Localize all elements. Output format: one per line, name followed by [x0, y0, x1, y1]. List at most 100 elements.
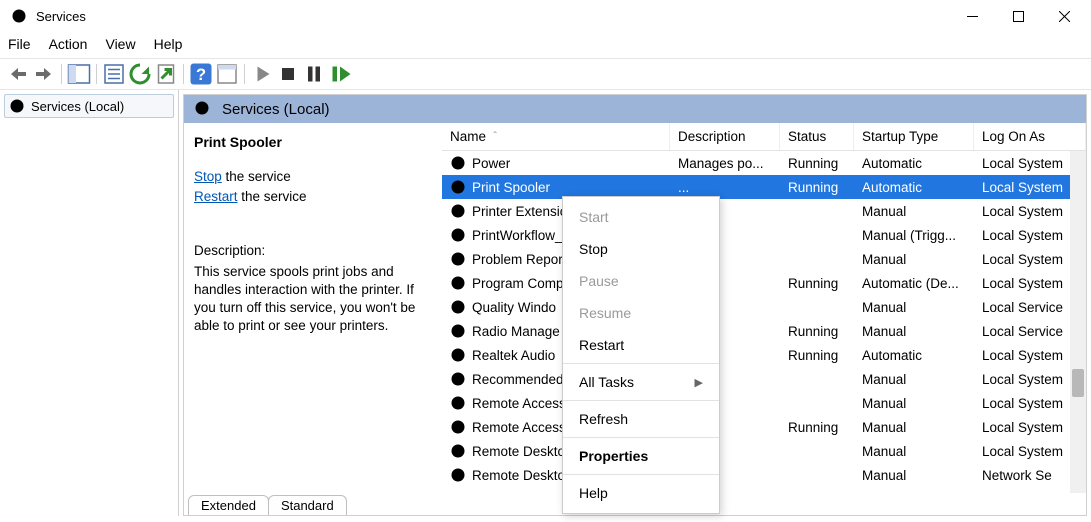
service-row[interactable]: Printer Extensio...ManualLocal System [442, 199, 1086, 223]
service-row[interactable]: PrintWorkflow_...Manual (Trigg...Local S… [442, 223, 1086, 247]
cell-startup: Manual [854, 252, 974, 267]
menu-file[interactable]: File [8, 36, 31, 52]
cell-startup: Manual [854, 444, 974, 459]
export-list-button[interactable] [102, 62, 126, 86]
service-row[interactable]: Recommended...ManualLocal System [442, 367, 1086, 391]
menubar: File Action View Help [0, 32, 1091, 58]
service-row[interactable]: Problem ReporManualLocal System [442, 247, 1086, 271]
cell-name: Problem Repor [472, 252, 563, 267]
start-service-button[interactable] [250, 62, 274, 86]
back-button[interactable] [6, 62, 30, 86]
gear-icon [450, 371, 466, 387]
restart-service-button[interactable] [328, 62, 352, 86]
gear-icon [194, 100, 212, 118]
cell-name: Remote Access [472, 396, 566, 411]
close-button[interactable] [1041, 2, 1087, 30]
cell-startup: Manual (Trigg... [854, 228, 974, 243]
gear-icon [450, 251, 466, 267]
service-row[interactable]: Remote Access...ManualLocal System [442, 391, 1086, 415]
service-row[interactable]: Remote Deskto...ManualLocal System [442, 439, 1086, 463]
forward-button[interactable] [32, 62, 56, 86]
cell-startup: Manual [854, 396, 974, 411]
service-row[interactable]: Realtek Audio...RunningAutomaticLocal Sy… [442, 343, 1086, 367]
cell-startup: Automatic (De... [854, 276, 974, 291]
service-row[interactable]: Radio Manage...RunningManualLocal Servic… [442, 319, 1086, 343]
tab-standard[interactable]: Standard [268, 495, 347, 515]
col-logon[interactable]: Log On As [974, 123, 1086, 150]
col-name[interactable]: Name ˆ [442, 123, 670, 150]
gear-icon [450, 395, 466, 411]
export-button[interactable] [154, 62, 178, 86]
tree-item-label: Services (Local) [31, 99, 124, 114]
cell-name: Remote Deskto [472, 444, 565, 459]
refresh-button[interactable] [128, 62, 152, 86]
menu-help[interactable]: Help [154, 36, 183, 52]
tree-panel: Services (Local) [0, 90, 179, 516]
stop-service-button[interactable] [276, 62, 300, 86]
cell-startup: Manual [854, 372, 974, 387]
col-startup[interactable]: Startup Type [854, 123, 974, 150]
col-description[interactable]: Description [670, 123, 780, 150]
content-header: Services (Local) [184, 95, 1086, 123]
chevron-right-icon: ▶ [695, 376, 703, 389]
ctx-properties[interactable]: Properties [563, 440, 719, 472]
minimize-button[interactable] [949, 2, 995, 30]
stop-link[interactable]: Stop [194, 169, 222, 184]
tab-extended[interactable]: Extended [188, 495, 269, 515]
service-row[interactable]: Remote DesktoManualNetwork Se [442, 463, 1086, 487]
menu-action[interactable]: Action [49, 36, 88, 52]
service-row[interactable]: Quality WindoManualLocal Service [442, 295, 1086, 319]
help-button[interactable]: ? [189, 62, 213, 86]
cell-status: Running [780, 276, 854, 291]
show-hide-tree-button[interactable] [67, 62, 91, 86]
cell-status: Running [780, 324, 854, 339]
cell-startup: Manual [854, 300, 974, 315]
cell-startup: Automatic [854, 348, 974, 363]
content-title: Services (Local) [222, 101, 330, 118]
ctx-help[interactable]: Help [563, 477, 719, 509]
pause-service-button[interactable] [302, 62, 326, 86]
gear-icon [9, 98, 25, 114]
cell-status: Running [780, 180, 854, 195]
service-row[interactable]: Remote Access...RunningManualLocal Syste… [442, 415, 1086, 439]
service-row[interactable]: PowerManages po...RunningAutomaticLocal … [442, 151, 1086, 175]
cell-status: Running [780, 156, 854, 171]
maximize-button[interactable] [995, 2, 1041, 30]
gear-icon [450, 299, 466, 315]
description-label: Description: [194, 242, 432, 260]
service-info-panel: Print Spooler Stop the service Restart t… [184, 123, 442, 493]
cell-name: Realtek Audio [472, 348, 555, 363]
ctx-stop[interactable]: Stop [563, 233, 719, 265]
tree-item-services-local[interactable]: Services (Local) [4, 94, 174, 118]
col-status[interactable]: Status [780, 123, 854, 150]
service-row[interactable]: Program Comp...RunningAutomatic (De...Lo… [442, 271, 1086, 295]
cell-name: Remote Access [472, 420, 566, 435]
window-title: Services [36, 9, 86, 24]
scrollbar-thumb[interactable] [1072, 369, 1084, 397]
properties-toolbar-button[interactable] [215, 62, 239, 86]
menu-view[interactable]: View [105, 36, 135, 52]
vertical-scrollbar[interactable] [1070, 151, 1086, 493]
cell-desc: ... [670, 180, 780, 195]
restart-suffix: the service [238, 189, 307, 204]
service-row[interactable]: Print Spooler...RunningAutomaticLocal Sy… [442, 175, 1086, 199]
ctx-all-tasks[interactable]: All Tasks▶ [563, 366, 719, 398]
cell-startup: Manual [854, 204, 974, 219]
services-grid: Name ˆ Description Status Startup Type L… [442, 123, 1086, 493]
cell-name: Power [472, 156, 510, 171]
cell-name: PrintWorkflow_ [472, 228, 563, 243]
ctx-restart[interactable]: Restart [563, 329, 719, 361]
cell-name: Quality Windo [472, 300, 556, 315]
cell-status: Running [780, 348, 854, 363]
svg-text:?: ? [196, 66, 206, 84]
cell-name: Recommended [472, 372, 564, 387]
cell-startup: Automatic [854, 156, 974, 171]
gear-icon [450, 323, 466, 339]
cell-name: Remote Deskto [472, 468, 565, 483]
stop-suffix: the service [222, 169, 291, 184]
ctx-resume: Resume [563, 297, 719, 329]
cell-startup: Manual [854, 468, 974, 483]
ctx-refresh[interactable]: Refresh [563, 403, 719, 435]
restart-link[interactable]: Restart [194, 189, 238, 204]
cell-startup: Manual [854, 420, 974, 435]
